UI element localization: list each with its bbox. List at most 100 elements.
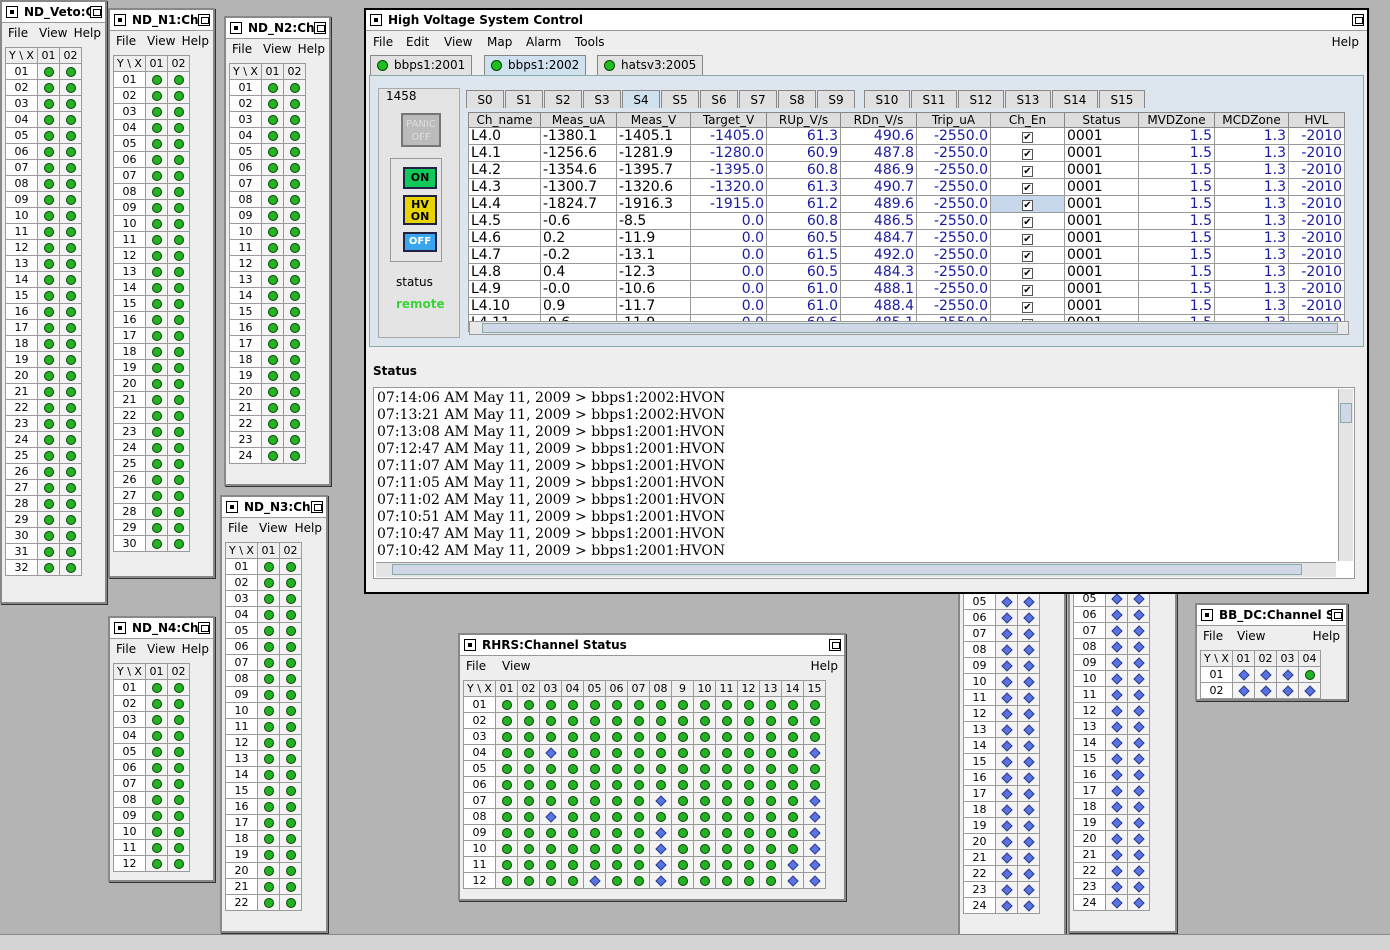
channel-cell[interactable] [671,808,694,825]
channel-cell[interactable] [517,696,540,713]
channel-cell[interactable] [539,760,562,777]
channel-cell[interactable] [283,383,306,400]
channel-cell[interactable] [671,824,694,841]
menu-view[interactable]: View [502,659,530,673]
channel-cell[interactable] [561,728,584,745]
slot-tab-s14[interactable]: S14 [1052,90,1098,108]
channel-cell[interactable] [167,455,190,472]
channel-cell[interactable] [1105,750,1128,767]
menu-view[interactable]: View [444,35,472,49]
table-cell[interactable]: 0001 [1064,127,1139,145]
channel-cell[interactable] [167,167,190,184]
table-cell[interactable]: 61.0 [766,297,841,315]
channel-cell[interactable] [737,856,760,873]
menu-help[interactable]: Help [182,34,209,48]
channel-cell[interactable] [671,744,694,761]
channel-cell[interactable] [37,511,60,528]
table-cell[interactable]: -2550.0 [916,144,991,162]
channel-cell[interactable] [167,151,190,168]
channel-cell[interactable] [671,840,694,857]
hv-on-button[interactable]: HV ON [403,195,437,225]
channel-cell[interactable] [283,351,306,368]
channel-cell[interactable] [167,199,190,216]
channel-cell[interactable] [1127,830,1150,847]
channel-cell[interactable] [59,127,82,144]
ch-enable-checkbox[interactable]: ✔ [990,263,1065,281]
channel-cell[interactable] [1127,846,1150,863]
channel-cell[interactable] [257,558,280,575]
channel-cell[interactable] [759,696,782,713]
channel-cell[interactable] [517,808,540,825]
channel-cell[interactable] [671,728,694,745]
channel-cell[interactable] [37,239,60,256]
bottom-scrollbar[interactable] [0,934,1390,950]
menu-help[interactable]: Help [298,42,325,56]
channel-cell[interactable] [167,839,190,856]
channel-cell[interactable] [649,744,672,761]
ch-enable-checkbox[interactable]: ✔ [990,161,1065,179]
channel-cell[interactable] [279,782,302,799]
channel-cell[interactable] [1017,737,1040,754]
channel-cell[interactable] [693,712,716,729]
channel-cell[interactable] [781,872,804,889]
channel-cell[interactable] [605,824,628,841]
channel-cell[interactable] [1017,705,1040,722]
table-cell[interactable]: -2010 [1288,127,1345,145]
channel-cell[interactable] [781,824,804,841]
channel-cell[interactable] [649,728,672,745]
channel-cell[interactable] [803,744,826,761]
channel-cell[interactable] [561,760,584,777]
window-menu-icon[interactable] [226,501,238,513]
table-cell[interactable]: 1.5 [1138,263,1215,281]
channel-cell[interactable] [279,734,302,751]
table-cell[interactable]: -2550.0 [916,161,991,179]
channel-cell[interactable] [283,191,306,208]
channel-cell[interactable] [279,670,302,687]
channel-cell[interactable] [693,696,716,713]
channel-cell[interactable] [737,728,760,745]
channel-cell[interactable] [145,375,168,392]
channel-cell[interactable] [737,824,760,841]
table-cell[interactable]: 487.8 [840,144,917,162]
channel-cell[interactable] [495,856,518,873]
table-cell[interactable]: 0.0 [690,280,767,298]
channel-cell[interactable] [693,792,716,809]
channel-cell[interactable] [671,872,694,889]
channel-cell[interactable] [517,744,540,761]
channel-cell[interactable] [37,383,60,400]
channel-cell[interactable] [583,840,606,857]
table-cell[interactable]: -2010 [1288,212,1345,230]
channel-cell[interactable] [279,750,302,767]
channel-cell[interactable] [715,824,738,841]
channel-cell[interactable] [627,760,650,777]
menu-view[interactable]: View [39,26,67,40]
channel-cell[interactable] [59,287,82,304]
channel-cell[interactable] [145,679,168,696]
on-button[interactable]: ON [403,167,437,189]
channel-cell[interactable] [561,696,584,713]
channel-cell[interactable] [995,705,1018,722]
channel-cell[interactable] [781,696,804,713]
table-cell[interactable]: 1.5 [1138,280,1215,298]
channel-cell[interactable] [37,463,60,480]
channel-cell[interactable] [561,872,584,889]
channel-cell[interactable] [539,776,562,793]
channel-cell[interactable] [583,856,606,873]
channel-cell[interactable] [59,399,82,416]
channel-cell[interactable] [1017,833,1040,850]
channel-cell[interactable] [59,335,82,352]
channel-cell[interactable] [737,792,760,809]
channel-cell[interactable] [167,423,190,440]
channel-cell[interactable] [261,175,284,192]
channel-cell[interactable] [605,744,628,761]
channel-cell[interactable] [1127,718,1150,735]
channel-cell[interactable] [605,808,628,825]
channel-cell[interactable] [145,295,168,312]
channel-cell[interactable] [59,271,82,288]
channel-cell[interactable] [145,263,168,280]
channel-cell[interactable] [261,335,284,352]
channel-cell[interactable] [605,872,628,889]
channel-cell[interactable] [261,431,284,448]
channel-cell[interactable] [37,191,60,208]
channel-cell[interactable] [671,792,694,809]
